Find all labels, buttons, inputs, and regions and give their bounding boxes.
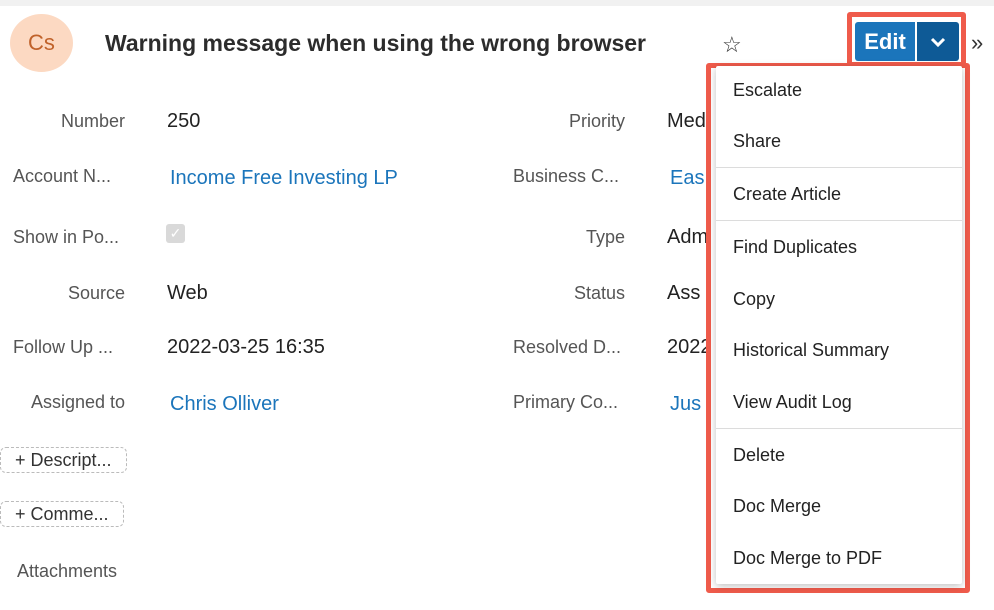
edit-button-group: Edit [855, 22, 959, 61]
field-value-assigned-to[interactable]: Chris Olliver [170, 393, 279, 416]
menu-item-share[interactable]: Share [733, 131, 781, 152]
edit-button[interactable]: Edit [855, 22, 915, 61]
field-label-business-center: Business C... [513, 166, 620, 186]
double-chevron-right-icon[interactable]: » [971, 30, 983, 56]
field-label-resolved-date: Resolved D... [513, 337, 622, 357]
menu-item-find-duplicates[interactable]: Find Duplicates [733, 237, 857, 258]
menu-item-create-article[interactable]: Create Article [733, 184, 841, 205]
field-value-source: Web [167, 282, 208, 304]
field-label-primary-contact: Primary Co... [513, 392, 619, 412]
field-label-status: Status [573, 283, 625, 303]
chevron-down-icon [930, 37, 946, 47]
field-value-status: Ass [667, 282, 701, 304]
menu-item-historical-summary[interactable]: Historical Summary [733, 340, 889, 361]
field-label-show-in-portal: Show in Po... [13, 227, 120, 247]
menu-item-doc-merge-to-pdf[interactable]: Doc Merge to PDF [733, 548, 882, 569]
star-icon[interactable]: ☆ [722, 32, 742, 58]
field-label-source: Source [67, 283, 125, 303]
field-label-priority: Priority [568, 111, 625, 131]
field-label-assigned-to: Assigned to [30, 392, 125, 412]
menu-divider [716, 167, 962, 168]
field-value-number: 250 [167, 110, 201, 132]
field-value-priority: Medi [667, 110, 711, 132]
field-label-type: Type [585, 227, 625, 247]
add-description-button[interactable]: + Descript... [0, 447, 127, 473]
field-label-follow-up: Follow Up ... [13, 337, 114, 357]
field-value-primary-contact[interactable]: Jus [670, 393, 701, 416]
add-comment-button[interactable]: + Comme... [0, 501, 124, 527]
avatar-initials: Cs [28, 30, 55, 55]
menu-item-escalate[interactable]: Escalate [733, 80, 802, 101]
field-value-business-center[interactable]: Eas [670, 167, 704, 190]
menu-divider [716, 428, 962, 429]
field-label-account-name: Account N... [13, 166, 112, 186]
field-label-number: Number [60, 111, 125, 131]
avatar: Cs [10, 14, 73, 72]
top-strip [0, 0, 994, 6]
menu-item-view-audit-log[interactable]: View Audit Log [733, 392, 852, 413]
menu-item-delete[interactable]: Delete [733, 445, 785, 466]
check-icon: ✓ [169, 225, 182, 241]
field-value-resolved-date: 2022 [667, 336, 712, 358]
actions-menu: Escalate Share Create Article Find Dupli… [716, 66, 962, 584]
menu-item-doc-merge[interactable]: Doc Merge [733, 496, 821, 517]
actions-dropdown-button[interactable] [917, 22, 959, 61]
attachments-label: Attachments [17, 561, 118, 581]
field-value-account-name[interactable]: Income Free Investing LP [170, 167, 398, 190]
page-title: Warning message when using the wrong bro… [105, 30, 647, 56]
show-in-portal-checkbox[interactable]: ✓ [166, 224, 185, 243]
menu-divider [716, 220, 962, 221]
field-value-follow-up: 2022-03-25 16:35 [167, 336, 325, 358]
field-value-type: Adm [667, 226, 709, 248]
menu-item-copy[interactable]: Copy [733, 289, 775, 310]
